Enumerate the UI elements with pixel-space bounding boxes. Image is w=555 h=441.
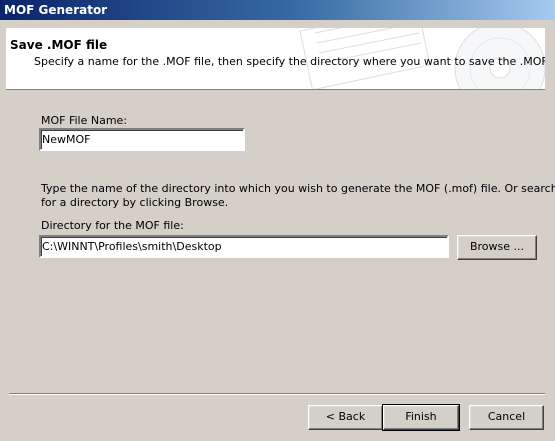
footer-separator xyxy=(9,393,545,395)
cancel-button[interactable]: Cancel xyxy=(469,405,544,430)
directory-label: Directory for the MOF file: xyxy=(41,219,184,232)
title-bar[interactable]: MOF Generator xyxy=(0,0,555,20)
header-banner: Save .MOF file Specify a name for the .M… xyxy=(6,28,545,90)
directory-input[interactable]: C:\WINNT\Profiles\smith\Desktop xyxy=(39,235,449,258)
back-button[interactable]: < Back xyxy=(308,405,383,430)
instructions-line-2: for a directory by clicking Browse. xyxy=(41,196,229,209)
file-name-input[interactable]: NewMOF xyxy=(39,128,245,151)
instructions-line-1: Type the name of the directory into whic… xyxy=(41,182,555,195)
browse-button[interactable]: Browse ... xyxy=(457,235,537,260)
banner-title: Save .MOF file xyxy=(10,38,108,52)
finish-button[interactable]: Finish xyxy=(382,404,460,431)
banner-description: Specify a name for the .MOF file, then s… xyxy=(34,55,545,68)
file-name-value: NewMOF xyxy=(42,133,91,146)
file-name-label: MOF File Name: xyxy=(41,114,128,127)
window-title: MOF Generator xyxy=(4,3,108,17)
mof-generator-window: MOF Generator Save .MOF file Specify a n… xyxy=(0,0,555,441)
directory-value: C:\WINNT\Profiles\smith\Desktop xyxy=(42,240,222,253)
